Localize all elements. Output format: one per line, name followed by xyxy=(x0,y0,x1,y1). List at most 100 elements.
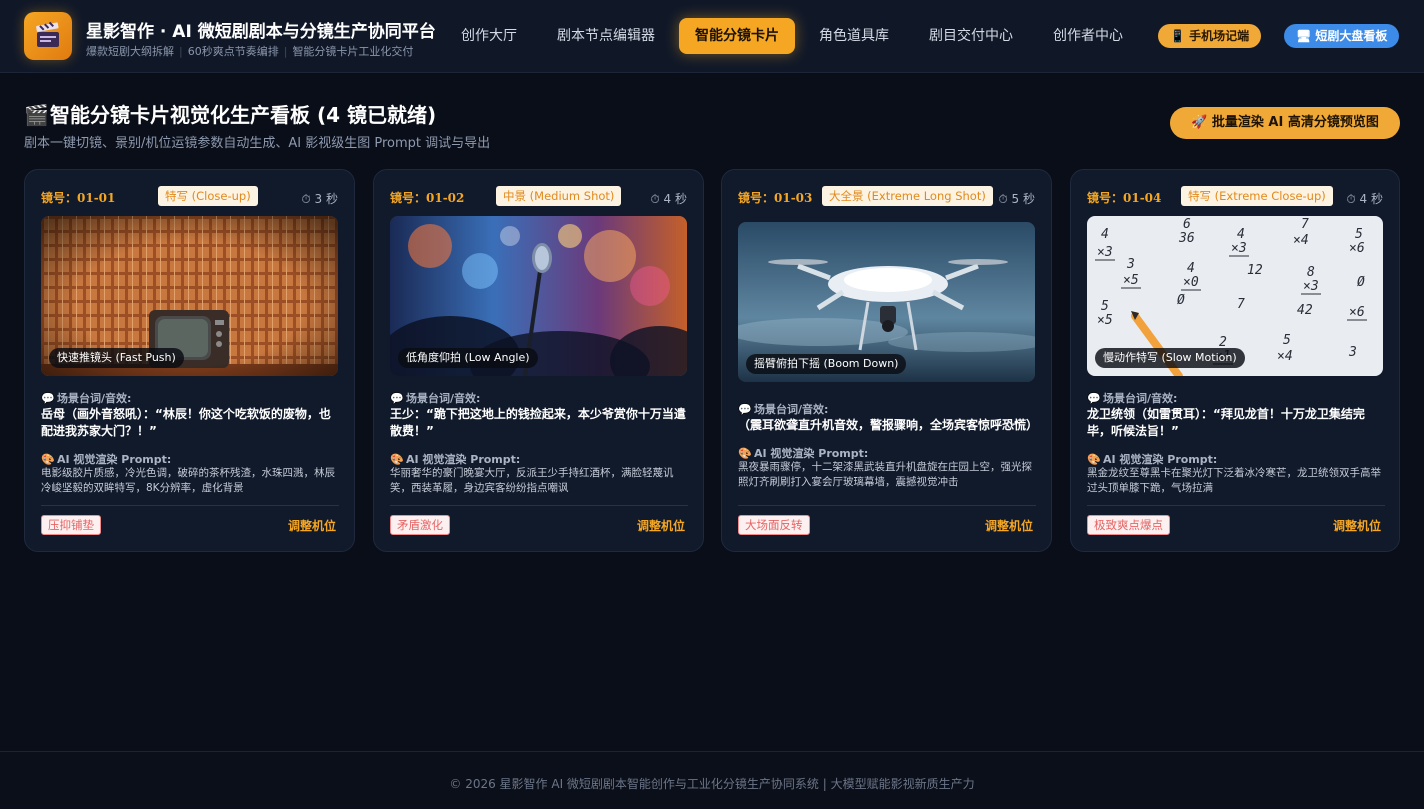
duration: ⏱ 3 秒 xyxy=(301,190,338,207)
dashboard-button[interactable]: 🖥 短剧大盘看板 xyxy=(1284,24,1400,48)
storyboard-card[interactable]: 镜号：01-01 特写 (Close-up) ⏱ 3 秒 快速推镜头 (Fast… xyxy=(24,169,355,552)
svg-text:×0: ×0 xyxy=(1183,275,1199,290)
clapperboard-logo-icon[interactable] xyxy=(24,12,72,60)
mood-tag: 大场面反转 xyxy=(738,515,810,535)
svg-text:×4: ×4 xyxy=(1277,349,1293,364)
prompt-text: 电影级胶片质感，冷光色调，破碎的茶杯残渣，水珠四溅，林辰冷峻坚毅的双眸特写，8K… xyxy=(41,467,335,494)
page-description: 剧本一键切镜、景别/机位运镜参数自动生成、AI 影视级生图 Prompt 调试与… xyxy=(24,136,491,151)
svg-text:4: 4 xyxy=(1187,261,1195,276)
storyboard-preview-image[interactable]: 低角度仰拍 (Low Angle) xyxy=(390,216,687,376)
mobile-script-button[interactable]: 📱 手机场记端 xyxy=(1158,24,1262,48)
dialog-label-text: 场景台词/音效: xyxy=(1103,392,1178,405)
mood-tag: 矛盾激化 xyxy=(390,515,450,535)
camera-movement-tag: 快速推镜头 (Fast Push) xyxy=(49,348,184,368)
speech-bubble-icon: 💬 xyxy=(41,392,55,405)
batch-render-button[interactable]: 🚀 批量渲染 AI 高清分镜预览图 xyxy=(1170,107,1400,139)
speech-bubble-icon: 💬 xyxy=(390,392,404,405)
svg-text:×4: ×4 xyxy=(1293,233,1309,248)
shot-number: 镜号：01-04 xyxy=(1087,191,1162,205)
nav-item-delivery-center[interactable]: 剧目交付中心 xyxy=(920,18,1022,54)
shot-size-badge: 中景 (Medium Shot) xyxy=(496,186,622,206)
prompt-label-text: AI 视觉渲染 Prompt: xyxy=(1103,453,1218,466)
nav-item-character-props[interactable]: 角色道具库 xyxy=(812,18,896,54)
camera-movement-tag: 慢动作特写 (Slow Motion) xyxy=(1095,348,1245,368)
mobile-script-label: 手机场记端 xyxy=(1189,29,1250,43)
svg-text:3: 3 xyxy=(1348,345,1357,360)
brand-sub-item: 60秒爽点节奏编排 xyxy=(187,45,279,58)
dialog-text: 岳母（画外音怒吼）：“林辰！你这个吃软饭的废物，也配进我苏家大门？！” xyxy=(41,407,331,438)
mood-tag: 极致爽点爆点 xyxy=(1087,515,1170,535)
svg-text:6: 6 xyxy=(1183,217,1191,232)
svg-text:7: 7 xyxy=(1301,217,1309,232)
duration-value: 4 秒 xyxy=(663,192,687,206)
svg-text:×6: ×6 xyxy=(1349,241,1365,256)
adjust-camera-button[interactable]: 调整机位 xyxy=(637,517,685,534)
shot-number: 镜号：01-02 xyxy=(390,191,465,205)
shot-size-badge: 特写 (Extreme Close-up) xyxy=(1181,186,1333,206)
page-title-text: 智能分镜卡片视觉化生产看板 (4 镜已就绪) xyxy=(50,103,437,127)
divider xyxy=(390,505,688,506)
brand-sub-item: 爆款短剧大纲拆解 xyxy=(86,45,174,58)
duration: ⏱ 4 秒 xyxy=(1346,190,1383,207)
nav-item-creator-center[interactable]: 创作者中心 xyxy=(1046,18,1130,54)
dialog-label-text: 场景台词/音效: xyxy=(406,392,481,405)
mood-tag: 压抑铺垫 xyxy=(41,515,101,535)
divider xyxy=(1087,505,1385,506)
footer-copyright: © 2026 星影智作 AI 微短剧剧本智能创作与工业化分镜生产协同系统 | 大… xyxy=(449,777,975,791)
svg-text:5: 5 xyxy=(1355,227,1363,242)
svg-text:5: 5 xyxy=(1101,299,1109,314)
svg-text:4: 4 xyxy=(1237,227,1245,242)
dialog-label: 💬 场景台词/音效: xyxy=(390,390,480,406)
svg-text:Ø: Ø xyxy=(1357,275,1365,290)
adjust-camera-button[interactable]: 调整机位 xyxy=(985,517,1033,534)
dialog-label-text: 场景台词/音效: xyxy=(57,392,132,405)
stopwatch-icon: ⏱ xyxy=(650,192,660,206)
svg-text:42: 42 xyxy=(1297,303,1313,318)
palette-icon: 🎨 xyxy=(390,453,404,466)
dialog-label: 💬 场景台词/音效: xyxy=(738,401,828,417)
storyboard-card[interactable]: 镜号：01-02 中景 (Medium Shot) ⏱ 4 秒 低角度仰拍 (L… xyxy=(373,169,704,552)
nav-item-storyboard-cards[interactable]: 智能分镜卡片 xyxy=(679,18,795,54)
monitor-icon: 🖥 xyxy=(1296,29,1312,43)
nav-item-creation-hall[interactable]: 创作大厅 xyxy=(450,18,528,54)
adjust-camera-button[interactable]: 调整机位 xyxy=(1333,517,1381,534)
svg-text:36: 36 xyxy=(1178,231,1195,246)
prompt-label: 🎨 AI 视觉渲染 Prompt: xyxy=(738,445,868,461)
svg-text:×5: ×5 xyxy=(1123,273,1139,288)
svg-text:7: 7 xyxy=(1237,297,1245,312)
storyboard-preview-image[interactable]: 摇臂俯拍下摇 (Boom Down) xyxy=(738,222,1035,382)
svg-text:3: 3 xyxy=(1126,257,1135,272)
svg-text:×3: ×3 xyxy=(1097,245,1113,260)
storyboard-preview-image[interactable]: 快速推镜头 (Fast Push) xyxy=(41,216,338,376)
svg-text:×3: ×3 xyxy=(1231,241,1247,256)
dialog-label-text: 场景台词/音效: xyxy=(754,403,829,416)
svg-text:×3: ×3 xyxy=(1303,279,1319,294)
storyboard-card[interactable]: 镜号：01-03 大全景 (Extreme Long Shot) ⏱ 5 秒 摇… xyxy=(721,169,1052,552)
prompt-text: 黑夜暴雨骤停，十二架漆黑武装直升机盘旋在庄园上空，强光探照灯齐刷刷打入宴会厅玻璃… xyxy=(738,461,1032,488)
storyboard-preview-image[interactable]: 4 ×3 6 36 4 ×3 7 ×4 5 ×6 3 ×5 4 ×0 12 8 ×3 Ø 5 ×5 … xyxy=(1087,216,1383,376)
divider xyxy=(41,505,339,506)
divider: | xyxy=(283,45,288,58)
phone-icon: 📱 xyxy=(1170,29,1185,43)
brand-subtitle: 爆款短剧大纲拆解 | 60秒爽点节奏编排 | 智能分镜卡片工业化交付 xyxy=(86,43,413,59)
duration: ⏱ 5 秒 xyxy=(998,190,1035,207)
prompt-label-text: AI 视觉渲染 Prompt: xyxy=(406,453,521,466)
adjust-camera-button[interactable]: 调整机位 xyxy=(288,517,336,534)
shot-number: 镜号：01-01 xyxy=(41,191,116,205)
svg-text:4: 4 xyxy=(1101,227,1109,242)
prompt-label-text: AI 视觉渲染 Prompt: xyxy=(754,447,869,460)
shot-size-badge: 大全景 (Extreme Long Shot) xyxy=(822,186,993,206)
duration: ⏱ 4 秒 xyxy=(650,190,687,207)
batch-render-label: 批量渲染 AI 高清分镜预览图 xyxy=(1211,115,1379,130)
prompt-text: 黑金龙纹至尊黑卡在聚光灯下泛着冰冷寒芒，龙卫统领双手高举过头顶单膝下跪，气场拉满 xyxy=(1087,467,1381,494)
duration-value: 3 秒 xyxy=(314,192,338,206)
palette-icon: 🎨 xyxy=(41,453,55,466)
nav-item-script-node-editor[interactable]: 剧本节点编辑器 xyxy=(550,18,662,54)
prompt-label-text: AI 视觉渲染 Prompt: xyxy=(57,453,172,466)
svg-text:×5: ×5 xyxy=(1097,313,1113,328)
storyboard-card[interactable]: 镜号：01-04 特写 (Extreme Close-up) ⏱ 4 秒 4 ×3… xyxy=(1070,169,1400,552)
page-title: 🎬智能分镜卡片视觉化生产看板 (4 镜已就绪) xyxy=(24,99,436,128)
clapperboard-icon: 🎬 xyxy=(24,103,49,127)
top-navigation-bar: 星影智作 · AI 微短剧剧本与分镜生产协同平台 爆款短剧大纲拆解 | 60秒爽点节… xyxy=(0,0,1424,73)
camera-movement-tag: 低角度仰拍 (Low Angle) xyxy=(398,348,538,368)
